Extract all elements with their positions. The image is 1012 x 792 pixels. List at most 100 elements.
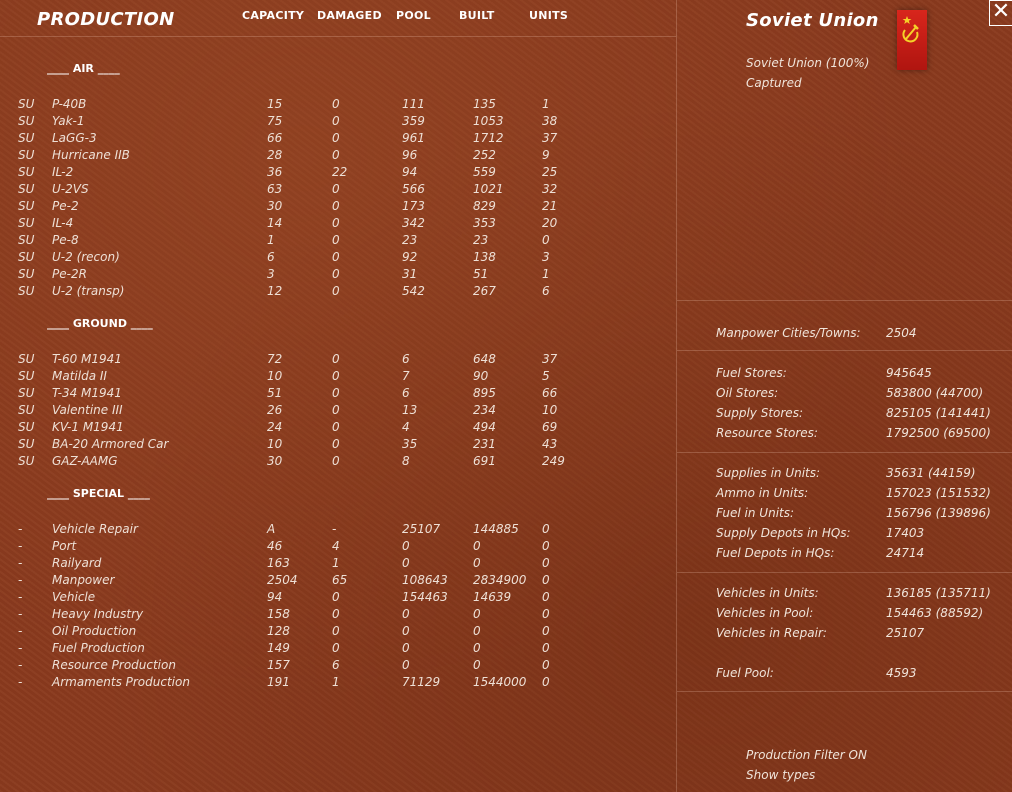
cell-capacity: 1 <box>267 233 275 247</box>
table-row[interactable]: - Manpower 2504 65 108643 2834900 0 <box>0 573 660 590</box>
cell-pool: 342 <box>402 216 425 230</box>
table-row[interactable]: SU U-2VS 63 0 566 1021 32 <box>0 182 660 199</box>
cell-capacity: 157 <box>267 658 290 672</box>
table-row[interactable]: - Vehicle 94 0 154463 14639 0 <box>0 590 660 607</box>
cell-pool: 359 <box>402 114 425 128</box>
cell-pool: 0 <box>402 607 410 621</box>
stat-value: 4593 <box>886 666 917 680</box>
cell-units: 6 <box>542 284 550 298</box>
table-row[interactable]: SU Pe-8 1 0 23 23 0 <box>0 233 660 250</box>
stat-value: 156796 (139896) <box>886 506 991 520</box>
cell-capacity: 14 <box>267 216 283 230</box>
table-row[interactable]: SU LaGG-3 66 0 961 1712 37 <box>0 131 660 148</box>
cell-units: 10 <box>542 403 558 417</box>
column-header-units[interactable]: UNITS <box>529 9 568 22</box>
table-row[interactable]: SU IL-2 36 22 94 559 25 <box>0 165 660 182</box>
nation-control: Soviet Union (100%) <box>746 56 870 70</box>
cell-units: 0 <box>542 539 550 553</box>
stats-divider-1 <box>677 300 1012 301</box>
cell-capacity: 24 <box>267 420 283 434</box>
section-header-air: ____ AIR ____ <box>47 62 120 75</box>
nation-name: Soviet Union <box>746 10 879 31</box>
cell-built: 2834900 <box>473 573 527 587</box>
cell-name: IL-2 <box>52 165 74 179</box>
cell-pool: 154463 <box>402 590 448 604</box>
stat-label: Resource Stores: <box>716 426 818 440</box>
cell-built: 829 <box>473 199 496 213</box>
cell-pool: 71129 <box>402 675 441 689</box>
cell-nation: SU <box>18 454 35 468</box>
stat-value: 25107 <box>886 626 925 640</box>
cell-built: 648 <box>473 352 496 366</box>
table-row[interactable]: - Fuel Production 149 0 0 0 0 <box>0 641 660 658</box>
cell-nation: SU <box>18 403 35 417</box>
cell-nation: - <box>18 675 23 689</box>
table-row[interactable]: SU IL-4 14 0 342 353 20 <box>0 216 660 233</box>
cell-nation: SU <box>18 148 35 162</box>
cell-name: Port <box>52 539 77 553</box>
cell-damaged: 0 <box>332 131 340 145</box>
table-row[interactable]: - Heavy Industry 158 0 0 0 0 <box>0 607 660 624</box>
cell-nation: - <box>18 658 23 672</box>
table-row[interactable]: SU U-2 (transp) 12 0 542 267 6 <box>0 284 660 301</box>
table-row[interactable]: SU Yak-1 75 0 359 1053 38 <box>0 114 660 131</box>
cell-capacity: 3 <box>267 267 275 281</box>
cell-units: 0 <box>542 624 550 638</box>
table-row[interactable]: SU Pe-2R 3 0 31 51 1 <box>0 267 660 284</box>
stat-value: 24714 <box>886 546 925 560</box>
cell-name: U-2 (transp) <box>52 284 125 298</box>
cell-name: T-60 M1941 <box>52 352 122 366</box>
cell-units: 0 <box>542 590 550 604</box>
cell-nation: SU <box>18 216 35 230</box>
cell-built: 0 <box>473 607 481 621</box>
table-row[interactable]: - Railyard 163 1 0 0 0 <box>0 556 660 573</box>
cell-name: KV-1 M1941 <box>52 420 124 434</box>
close-button[interactable]: ✕ <box>989 0 1012 26</box>
table-row[interactable]: SU P-40B 15 0 111 135 1 <box>0 97 660 114</box>
cell-built: 1053 <box>473 114 504 128</box>
table-row[interactable]: SU U-2 (recon) 6 0 92 138 3 <box>0 250 660 267</box>
stat-label: Fuel in Units: <box>716 506 795 520</box>
cell-units: 0 <box>542 641 550 655</box>
table-row[interactable]: SU GAZ-AAMG 30 0 8 691 249 <box>0 454 660 471</box>
table-row[interactable]: - Vehicle Repair A - 25107 144885 0 <box>0 522 660 539</box>
cell-name: Matilda II <box>52 369 107 383</box>
table-row[interactable]: - Resource Production 157 6 0 0 0 <box>0 658 660 675</box>
table-row[interactable]: SU Pe-2 30 0 173 829 21 <box>0 199 660 216</box>
cell-built: 267 <box>473 284 496 298</box>
cell-nation: SU <box>18 131 35 145</box>
cell-built: 0 <box>473 539 481 553</box>
nation-flag <box>897 10 927 70</box>
column-header-damaged[interactable]: DAMAGED <box>317 9 382 22</box>
cell-pool: 7 <box>402 369 410 383</box>
column-header-capacity[interactable]: CAPACITY <box>242 9 304 22</box>
table-row[interactable]: - Port 46 4 0 0 0 <box>0 539 660 556</box>
column-header-built[interactable]: BUILT <box>459 9 495 22</box>
cell-capacity: 28 <box>267 148 283 162</box>
cell-capacity: 12 <box>267 284 283 298</box>
table-row[interactable]: SU Hurricane IIB 28 0 96 252 9 <box>0 148 660 165</box>
cell-damaged: 0 <box>332 114 340 128</box>
table-row[interactable]: SU KV-1 M1941 24 0 4 494 69 <box>0 420 660 437</box>
production-filter-toggle[interactable]: Production Filter ON <box>746 748 867 762</box>
cell-damaged: 0 <box>332 352 340 366</box>
stat-label: Fuel Pool: <box>716 666 774 680</box>
column-header-pool[interactable]: POOL <box>396 9 431 22</box>
table-row[interactable]: SU T-60 M1941 72 0 6 648 37 <box>0 352 660 369</box>
cell-pool: 542 <box>402 284 425 298</box>
table-row[interactable]: - Oil Production 128 0 0 0 0 <box>0 624 660 641</box>
cell-name: Pe-2R <box>52 267 87 281</box>
table-row[interactable]: SU BA-20 Armored Car 10 0 35 231 43 <box>0 437 660 454</box>
table-row[interactable]: SU T-34 M1941 51 0 6 895 66 <box>0 386 660 403</box>
stat-label: Fuel Depots in HQs: <box>716 546 835 560</box>
cell-damaged: 0 <box>332 641 340 655</box>
cell-pool: 0 <box>402 539 410 553</box>
cell-pool: 0 <box>402 658 410 672</box>
cell-capacity: 2504 <box>267 573 298 587</box>
table-row[interactable]: - Armaments Production 191 1 71129 1544000 0 <box>0 675 660 692</box>
cell-damaged: 0 <box>332 97 340 111</box>
table-row[interactable]: SU Matilda II 10 0 7 90 5 <box>0 369 660 386</box>
stat-value: 154463 (88592) <box>886 606 984 620</box>
show-types-toggle[interactable]: Show types <box>746 768 815 782</box>
table-row[interactable]: SU Valentine III 26 0 13 234 10 <box>0 403 660 420</box>
